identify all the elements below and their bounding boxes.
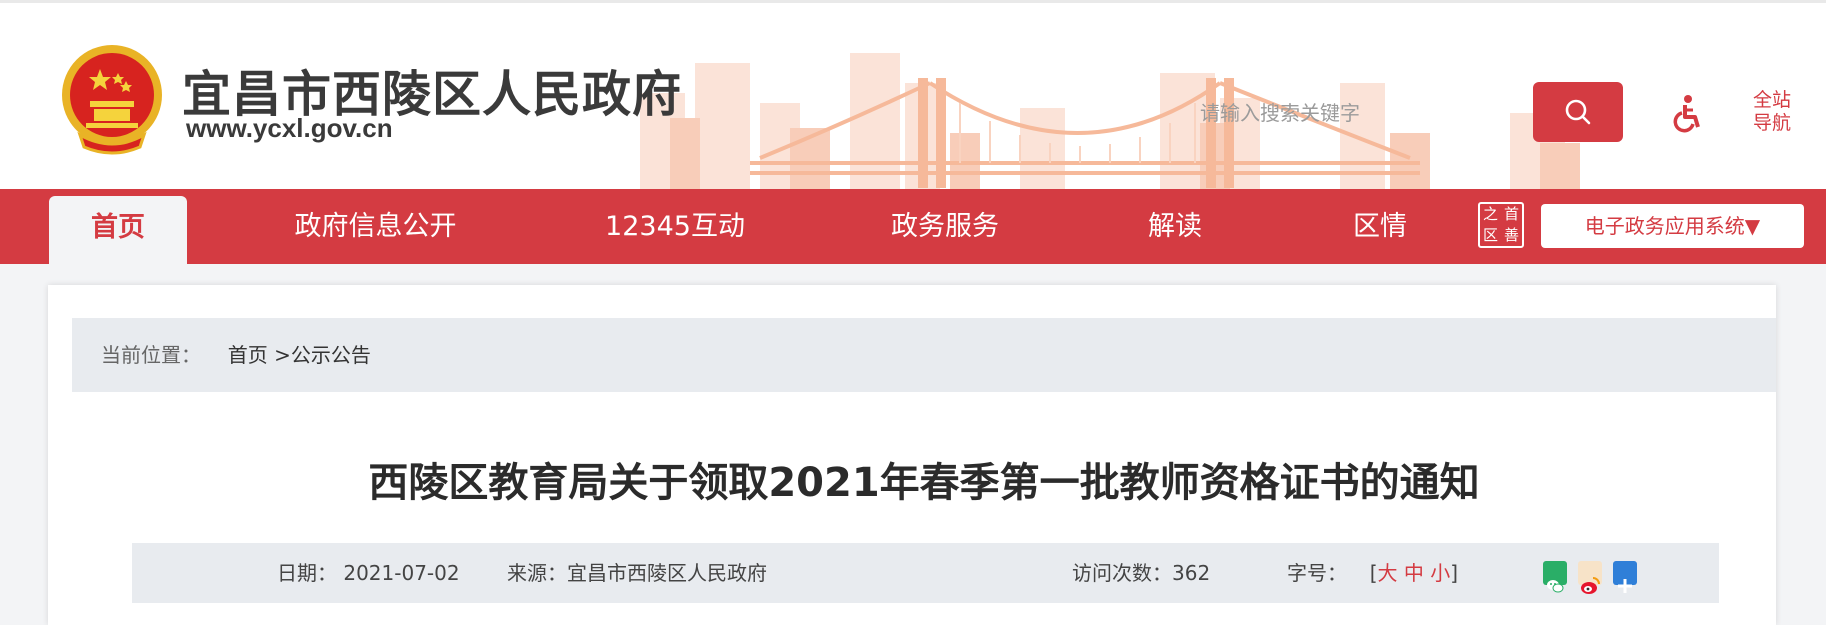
nav-item-12345[interactable]: 12345互动 (580, 189, 770, 264)
weibo-icon[interactable] (1578, 561, 1602, 594)
accessibility-icon (1673, 95, 1700, 133)
plus-glyph (1618, 579, 1632, 593)
site-header: 宜昌市西陵区人民政府 www.ycxl.gov.cn 全站 导航 (0, 0, 1826, 189)
font-size-bracket-open: [ (1369, 561, 1378, 585)
accessibility-button[interactable] (1668, 93, 1708, 133)
wechat-glyph (1547, 580, 1564, 593)
gov-seal-icon[interactable]: 之 首 区 善 (1478, 202, 1524, 248)
weibo-glyph (1581, 577, 1600, 594)
breadcrumb-separator: > (267, 343, 291, 367)
breadcrumb-home-link[interactable]: 首页 (228, 343, 268, 367)
nav-item-home[interactable]: 首页 (49, 196, 187, 264)
fullsite-nav-label-1: 全站 (1752, 89, 1791, 111)
breadcrumb-current-link[interactable]: 公示公告 (291, 343, 371, 367)
nav-item-gov-service[interactable]: 政务服务 (870, 189, 1020, 264)
gov-seal-char: 善 (1503, 226, 1519, 244)
fullsite-nav-link[interactable]: 全站 导航 (1750, 89, 1794, 135)
national-emblem-icon (62, 45, 162, 155)
font-size-control: 字号： [大 中 小] (1287, 543, 1458, 603)
gov-seal-char: 首 (1503, 205, 1519, 223)
font-size-large[interactable]: 大 (1378, 561, 1398, 585)
font-size-label: 字号： (1287, 561, 1347, 585)
breadcrumb-prefix: 当前位置： (101, 343, 201, 367)
gov-seal-char: 之 (1482, 205, 1498, 223)
font-size-medium[interactable]: 中 (1404, 561, 1424, 585)
search-input[interactable] (1188, 83, 1533, 143)
article-date: 日期： 2021-07-02 (277, 543, 460, 603)
search-button[interactable] (1533, 82, 1623, 142)
font-size-bracket-close: ] (1450, 561, 1459, 585)
gov-seal-char: 区 (1482, 226, 1498, 244)
source-value: 宜昌市西陵区人民政府 (567, 561, 767, 585)
article-visits: 访问次数：362 (1072, 543, 1210, 603)
fullsite-nav-label-2: 导航 (1752, 112, 1791, 134)
nav-item-gov-info[interactable]: 政府信息公开 (268, 189, 483, 264)
nav-item-district[interactable]: 区情 (1320, 189, 1440, 264)
source-label: 来源： (507, 561, 567, 585)
visits-value: 362 (1172, 561, 1211, 585)
font-size-small[interactable]: 小 (1430, 561, 1450, 585)
breadcrumb: 当前位置： 首页 >公示公告 (72, 318, 1776, 392)
date-value: 2021-07-02 (343, 561, 460, 585)
search-icon (1565, 99, 1591, 125)
wechat-icon[interactable] (1543, 561, 1567, 593)
content-card: 当前位置： 首页 >公示公告 西陵区教育局关于领取2021年春季第一批教师资格证… (48, 285, 1776, 625)
date-label: 日期： (277, 561, 337, 585)
article-source: 来源：宜昌市西陵区人民政府 (507, 543, 767, 603)
site-url: www.ycxl.gov.cn (186, 113, 393, 143)
article-meta-bar: 日期： 2021-07-02 来源：宜昌市西陵区人民政府 访问次数：362 字号… (132, 543, 1719, 603)
article-title: 西陵区教育局关于领取2021年春季第一批教师资格证书的通知 (368, 460, 1480, 506)
visits-label: 访问次数： (1072, 561, 1172, 585)
plus-share-icon[interactable] (1613, 561, 1637, 593)
egov-systems-dropdown[interactable]: 电子政务应用系统▼ (1541, 204, 1804, 248)
nav-item-interpret[interactable]: 解读 (1120, 189, 1230, 264)
